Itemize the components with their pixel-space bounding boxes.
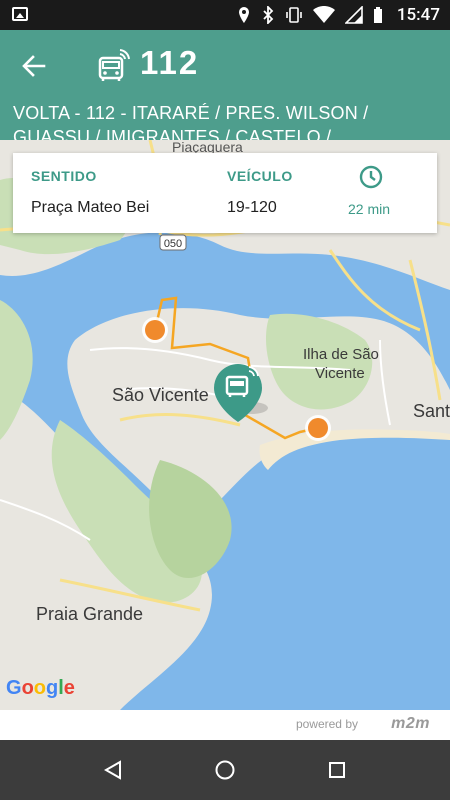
eta-value: 22 min [348, 201, 391, 217]
vehicle-header: VEÍCULO [227, 168, 293, 184]
powered-by-footer: powered by m2m [0, 710, 450, 740]
google-logo[interactable]: Google [6, 677, 75, 699]
highway-shield: 050 [159, 234, 187, 251]
powered-by-label: powered by [295, 717, 358, 731]
nav-back-icon[interactable] [101, 758, 125, 782]
status-icons: 15:47 [237, 0, 440, 30]
wifi-icon [312, 6, 335, 23]
nav-home-icon[interactable] [213, 758, 237, 782]
m2m-logo: m2m [391, 715, 430, 732]
signal-icon [344, 6, 363, 24]
location-icon [238, 7, 249, 23]
arrow-back-icon[interactable] [20, 52, 48, 80]
vibrate-icon [286, 7, 302, 23]
status-bar: 15:47 [0, 0, 450, 30]
gallery-icon [12, 7, 28, 21]
bluetooth-icon [263, 6, 274, 24]
direction-header: SENTIDO [31, 168, 97, 184]
map-label-sao-vicente: São Vicente [112, 385, 209, 405]
direction-value: Praça Mateo Bei [31, 199, 150, 216]
info-card: SENTIDO VEÍCULO Praça Mateo Bei 19-120 2… [13, 153, 437, 233]
route-description-banner: VOLTA - 112 - ITARARÉ / PRES. WILSON / G… [0, 102, 450, 140]
vehicle-value: 19-120 [227, 199, 277, 216]
route-description: VOLTA - 112 - ITARARÉ / PRES. WILSON / G… [13, 103, 369, 140]
map-label-ilha-1: Ilha de São [303, 346, 379, 363]
route-number: 112 [140, 44, 200, 81]
bus-realtime-icon [98, 49, 130, 81]
map-label-praia-grande: Praia Grande [36, 604, 143, 624]
clock-icon [359, 165, 383, 189]
system-nav-bar [0, 740, 450, 800]
stop-marker-end[interactable] [305, 415, 331, 441]
map-label-ilha-2: Vicente [315, 365, 365, 382]
nav-recents-icon[interactable] [325, 758, 349, 782]
stop-marker-start[interactable] [142, 317, 168, 343]
app-bar: 112 [0, 30, 450, 102]
map-label-santos: Sant [413, 401, 450, 421]
battery-icon [373, 7, 382, 23]
status-time: 15:47 [396, 5, 440, 25]
highway-label: 050 [164, 238, 182, 250]
